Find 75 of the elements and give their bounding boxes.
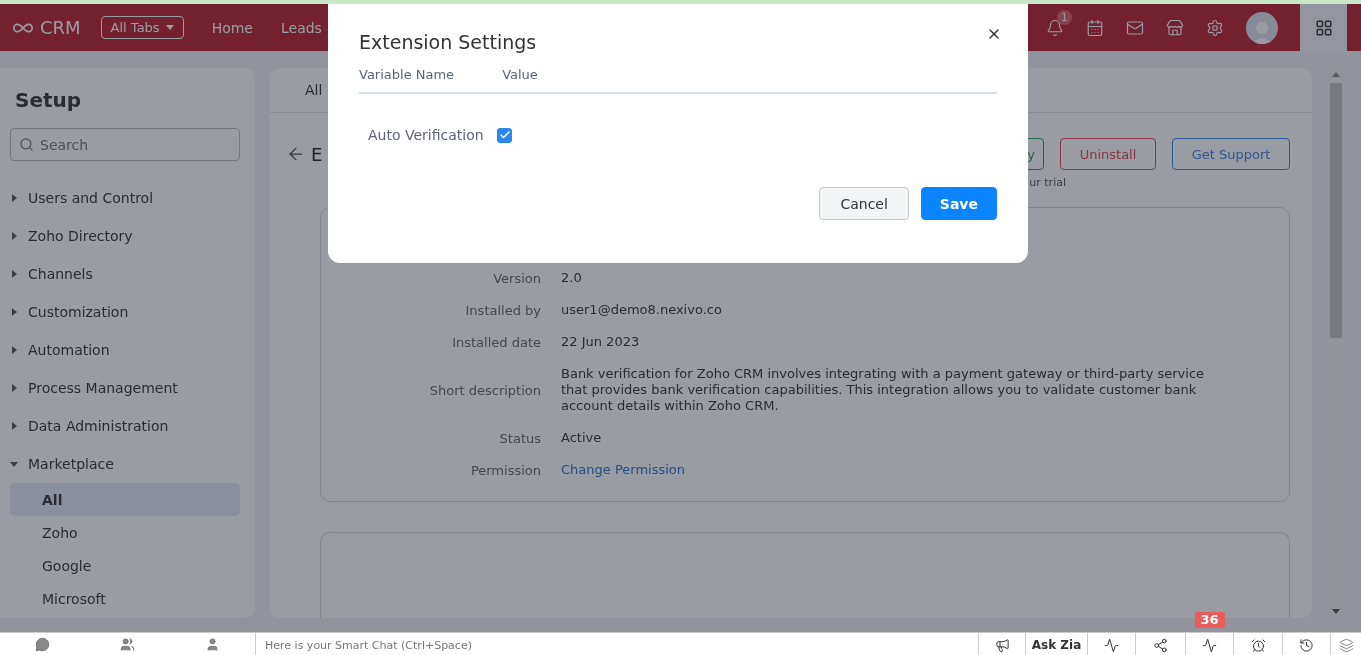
bell-icon[interactable] [1046, 18, 1064, 37]
calendar-icon[interactable] [1086, 18, 1104, 37]
caret-icon [10, 308, 18, 316]
tab[interactable]: All [305, 82, 323, 98]
detail-label: Status [498, 430, 541, 446]
caret-icon [10, 194, 18, 202]
checkbox[interactable] [497, 127, 512, 143]
detail-label: Version [492, 270, 541, 286]
user-icon[interactable] [205, 637, 220, 652]
sidebar-item[interactable]: Data Administration [28, 418, 169, 434]
detail-label: Permission [469, 462, 541, 478]
sidebar-item[interactable]: Marketplace [28, 456, 114, 472]
caret-icon [10, 232, 18, 240]
layers-icon[interactable] [1338, 638, 1354, 653]
sidebar-item[interactable]: Process Management [28, 380, 178, 396]
sidebar-title: Setup [15, 88, 83, 112]
column-header: Variable Name [359, 67, 455, 82]
search-field[interactable]: Search [10, 128, 240, 161]
variable-name: Auto Verification [368, 127, 485, 143]
detail-value: Bank verification for Zoho CRM involves integrating with a payment gateway or third-party service that provides bank verification capabilities. This integration allows you to validate customer bank account details within Zoho CRM. [561, 366, 1206, 414]
detail-link[interactable]: Change Permission [561, 462, 1221, 478]
all-tabs-button[interactable]: All Tabs [100, 16, 184, 39]
sidebar-item[interactable]: Automation [28, 342, 110, 358]
mail-icon[interactable] [1126, 18, 1144, 37]
column-header: Value [502, 67, 538, 82]
sidebar-subitem[interactable]: All [10, 483, 240, 516]
detail-label: Short description [428, 382, 541, 398]
caret-icon [10, 270, 18, 278]
notification-badge: 1 [1057, 9, 1072, 25]
trial-note: ur trial [1029, 176, 1066, 189]
scroll-down-icon[interactable] [1332, 609, 1340, 614]
caret-icon [10, 384, 18, 392]
detail-value: 22 Jun 2023 [561, 334, 641, 350]
sidebar-item[interactable]: Channels [28, 266, 93, 282]
store-icon[interactable] [1166, 18, 1184, 37]
sidebar-subitem[interactable]: Google [10, 549, 240, 582]
sidebar-item[interactable]: Zoho Directory [28, 228, 133, 244]
ask-zia-button[interactable]: Ask Zia [1031, 638, 1082, 655]
page-heading: E [311, 143, 323, 165]
settings-icon[interactable] [1206, 18, 1224, 37]
detail-label: Installed by [464, 302, 541, 318]
detail-value: Active [561, 430, 603, 446]
alarm-icon[interactable] [1250, 638, 1266, 653]
search-icon [19, 137, 34, 152]
action-button[interactable]: Uninstall [1060, 138, 1156, 170]
apps-grid-icon[interactable] [1300, 4, 1347, 51]
activity-icon[interactable] [1104, 638, 1119, 653]
smart-chat-field[interactable]: Here is your Smart Chat (Ctrl+Space) [255, 633, 978, 655]
caret-icon [165, 25, 174, 30]
scroll-up-icon[interactable] [1332, 72, 1340, 77]
chat-icon[interactable] [35, 637, 50, 652]
wave-icon[interactable] [1202, 638, 1217, 653]
detail-value: 2.0 [561, 270, 583, 286]
save-button[interactable]: Save [920, 187, 997, 220]
users-icon[interactable] [120, 637, 135, 652]
detail-value: user1@demo8.nexivo.co [561, 302, 723, 318]
avatar[interactable] [1246, 11, 1278, 44]
dialog-title: Extension Settings [359, 31, 538, 53]
app-logo[interactable]: CRM [40, 17, 81, 38]
caret-icon [10, 346, 18, 354]
detail-label: Installed date [451, 334, 541, 350]
nav-link[interactable]: Home [211, 19, 253, 36]
share-icon[interactable] [1153, 638, 1168, 653]
sidebar-subitem[interactable]: Microsoft [10, 582, 240, 615]
count-badge: 36 [1194, 612, 1225, 628]
history-icon[interactable] [1299, 638, 1314, 653]
caret-icon [10, 422, 18, 430]
nav-link[interactable]: Leads [281, 19, 322, 36]
action-button[interactable]: Get Support [1172, 138, 1290, 170]
sidebar-item[interactable]: Customization [28, 304, 129, 320]
sidebar-subitem[interactable]: Zoho [10, 516, 240, 549]
megaphone-icon[interactable] [994, 638, 1010, 653]
sidebar-item[interactable]: Users and Control [28, 190, 154, 206]
cancel-button[interactable]: Cancel [819, 187, 909, 220]
caret-icon [10, 460, 18, 468]
